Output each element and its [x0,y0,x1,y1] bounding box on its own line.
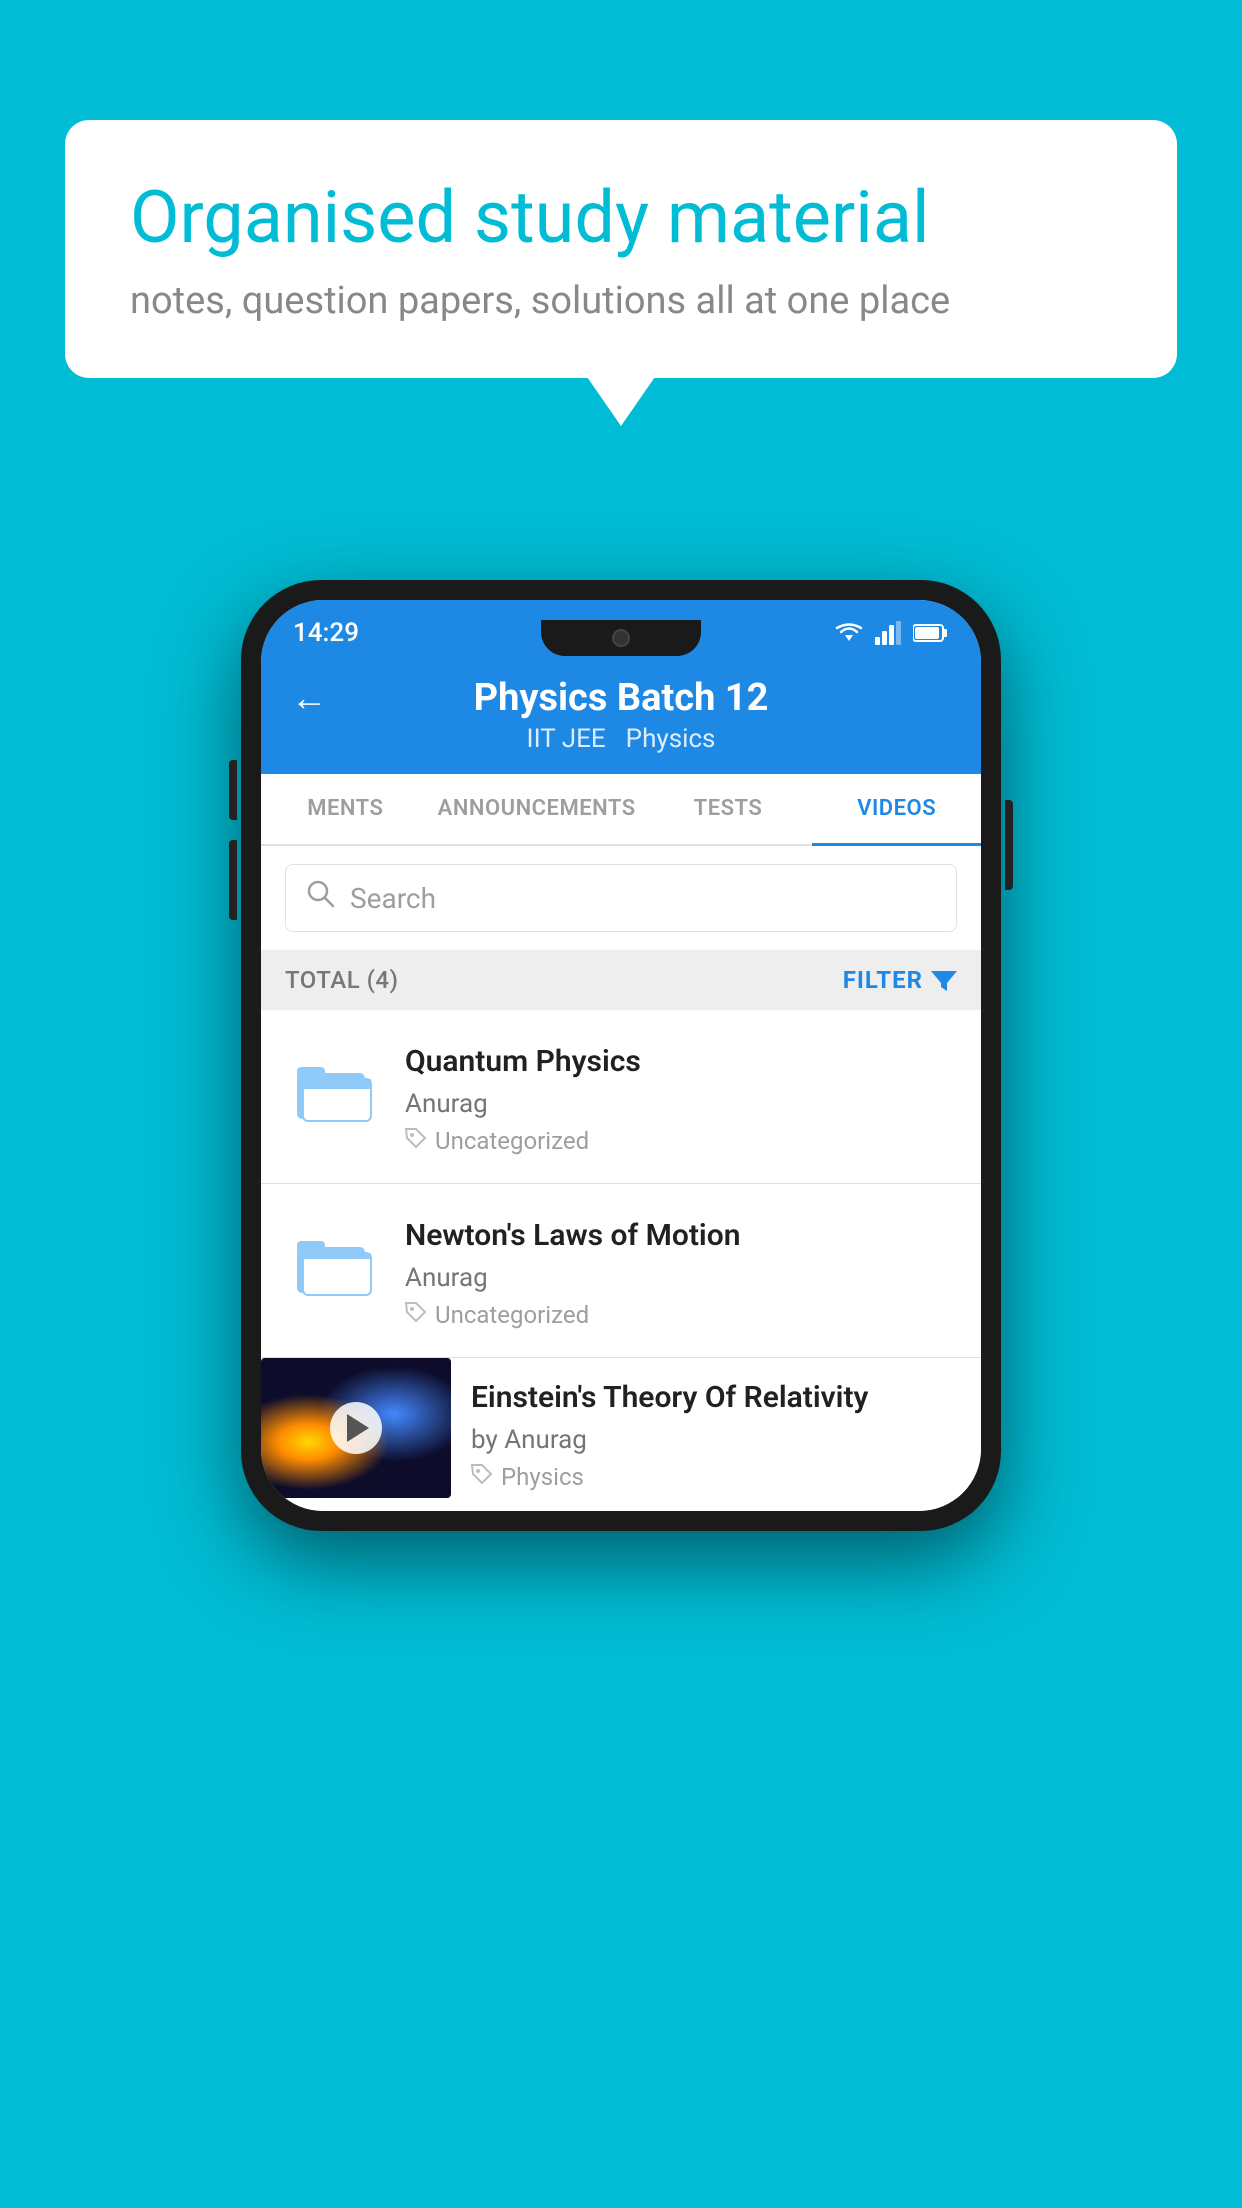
search-icon [306,879,336,917]
app-header: ← Physics Batch 12 IIT JEE Physics [261,658,981,774]
subtitle-physics: Physics [626,724,716,754]
header-title: Physics Batch 12 [474,676,769,720]
video-thumbnail [261,1358,451,1498]
tag-icon [471,1464,493,1490]
video-title: Quantum Physics [405,1042,957,1081]
filter-icon [931,967,957,993]
phone-outer: 14:29 [241,580,1001,1531]
tag-icon [405,1302,427,1328]
search-container: Search [261,846,981,950]
folder-svg [295,1227,375,1297]
video-author: by Anurag [471,1425,961,1455]
tab-ments[interactable]: MENTS [261,774,430,844]
search-placeholder: Search [350,882,436,915]
video-author: Anurag [405,1263,957,1293]
video-title: Einstein's Theory Of Relativity [471,1378,961,1417]
phone-screen: 14:29 [261,600,981,1511]
battery-icon [913,622,949,644]
video-tag: Physics [471,1463,961,1491]
wifi-icon [833,621,865,645]
list-item[interactable]: Einstein's Theory Of Relativity by Anura… [261,1358,981,1511]
search-bar[interactable]: Search [285,864,957,932]
video-info: Quantum Physics Anurag Uncategorized [405,1038,957,1155]
phone-notch [541,620,701,656]
total-count: TOTAL (4) [285,966,398,994]
header-row: ← Physics Batch 12 [291,676,951,720]
video-title: Newton's Laws of Motion [405,1216,957,1255]
tag-text: Uncategorized [435,1127,589,1155]
filter-bar: TOTAL (4) FILTER [261,950,981,1010]
video-list: Quantum Physics Anurag Uncategorized [261,1010,981,1511]
list-item[interactable]: Quantum Physics Anurag Uncategorized [261,1010,981,1184]
subtitle-iit: IIT JEE [527,724,606,754]
volume-down-button [229,840,237,920]
status-icons [833,621,949,645]
video-tag: Uncategorized [405,1127,957,1155]
signal-icon [875,621,903,645]
video-info: Newton's Laws of Motion Anurag Uncategor… [405,1212,957,1329]
tag-text: Physics [501,1463,584,1491]
folder-icon [285,1038,385,1138]
tabs-bar: MENTS ANNOUNCEMENTS TESTS VIDEOS [261,774,981,846]
status-time: 14:29 [293,618,359,648]
tab-tests[interactable]: TESTS [644,774,813,844]
back-button[interactable]: ← [291,677,327,719]
volume-up-button [229,760,237,820]
speech-bubble: Organised study material notes, question… [65,120,1177,378]
power-button [1005,800,1013,890]
bubble-title: Organised study material [130,175,1112,261]
play-triangle-icon [347,1414,369,1442]
tab-videos[interactable]: VIDEOS [812,774,981,846]
speech-bubble-section: Organised study material notes, question… [65,120,1177,378]
tag-text: Uncategorized [435,1301,589,1329]
bubble-subtitle: notes, question papers, solutions all at… [130,279,1112,323]
video-tag: Uncategorized [405,1301,957,1329]
tag-icon [405,1128,427,1154]
phone-wrapper: 14:29 [241,580,1001,1531]
video-author: Anurag [405,1089,957,1119]
header-subtitle: IIT JEE Physics [527,724,716,754]
video-info: Einstein's Theory Of Relativity by Anura… [451,1358,981,1511]
tab-announcements[interactable]: ANNOUNCEMENTS [430,774,644,844]
filter-button[interactable]: FILTER [843,966,957,994]
folder-svg [295,1053,375,1123]
list-item[interactable]: Newton's Laws of Motion Anurag Uncategor… [261,1184,981,1358]
play-button[interactable] [330,1402,382,1454]
front-camera [612,629,630,647]
folder-icon [285,1212,385,1312]
